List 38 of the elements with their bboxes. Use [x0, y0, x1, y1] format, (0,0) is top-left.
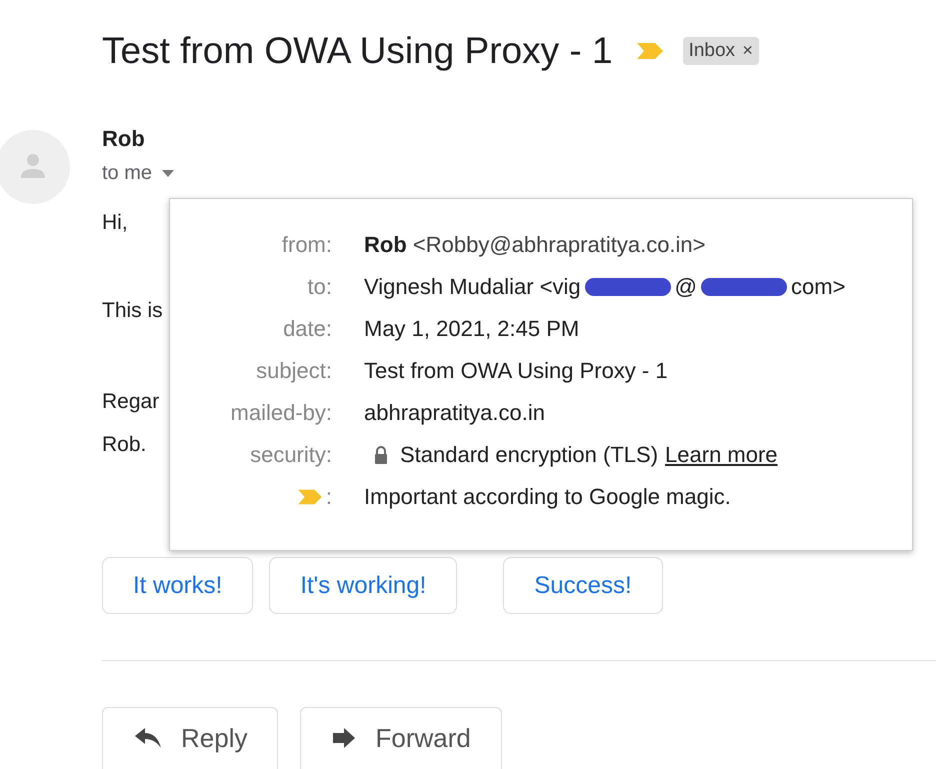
- lock-icon: [374, 446, 388, 464]
- reply-arrow-icon: [133, 726, 163, 750]
- detail-label: mailed-by:: [230, 400, 332, 426]
- caret-icon[interactable]: [162, 170, 174, 177]
- detail-value: Important according to Google magic.: [364, 484, 731, 510]
- body-text: Regar: [102, 389, 160, 415]
- body-text: Rob.: [102, 432, 146, 458]
- email-subject: Test from OWA Using Proxy - 1: [102, 30, 613, 72]
- smart-reply-button[interactable]: It works!: [102, 557, 254, 614]
- detail-label: to:: [308, 274, 332, 300]
- forward-arrow-icon: [331, 726, 358, 750]
- detail-value: Test from OWA Using Proxy - 1: [364, 358, 668, 384]
- body-text: This is: [102, 298, 163, 324]
- body-text: Hi,: [102, 210, 128, 236]
- recipient-text: to me: [102, 162, 152, 185]
- detail-label: subject:: [256, 358, 332, 384]
- detail-value: Vignesh Mudaliar <vig: [364, 274, 581, 300]
- remove-label-button[interactable]: ×: [742, 40, 753, 60]
- detail-value: Rob <Robby@abhrapratitya.co.in>: [364, 232, 706, 258]
- learn-more-link[interactable]: Learn more: [665, 442, 778, 468]
- smart-reply-button[interactable]: Success!: [503, 557, 663, 614]
- smart-reply-button[interactable]: It's working!: [269, 557, 458, 614]
- detail-value: abhrapratitya.co.in: [364, 400, 545, 426]
- detail-value: com>: [791, 274, 846, 300]
- action-button[interactable]: Forward: [300, 707, 502, 769]
- detail-value: May 1, 2021, 2:45 PM: [364, 316, 580, 342]
- detail-value: Standard encryption (TLS): [400, 442, 658, 468]
- sender-name: Rob: [102, 126, 146, 152]
- avatar-icon: [0, 130, 70, 204]
- detail-label: date:: [283, 316, 332, 342]
- detail-label: security:: [250, 442, 332, 468]
- importance-marker-icon[interactable]: [634, 41, 665, 61]
- label-tag: Inbox ×: [682, 37, 759, 65]
- detail-label: from:: [282, 232, 332, 258]
- detail-value: @: [674, 274, 698, 300]
- detail-label: :: [326, 484, 332, 510]
- action-button[interactable]: Reply: [102, 707, 278, 769]
- importance-marker-icon: [296, 488, 324, 506]
